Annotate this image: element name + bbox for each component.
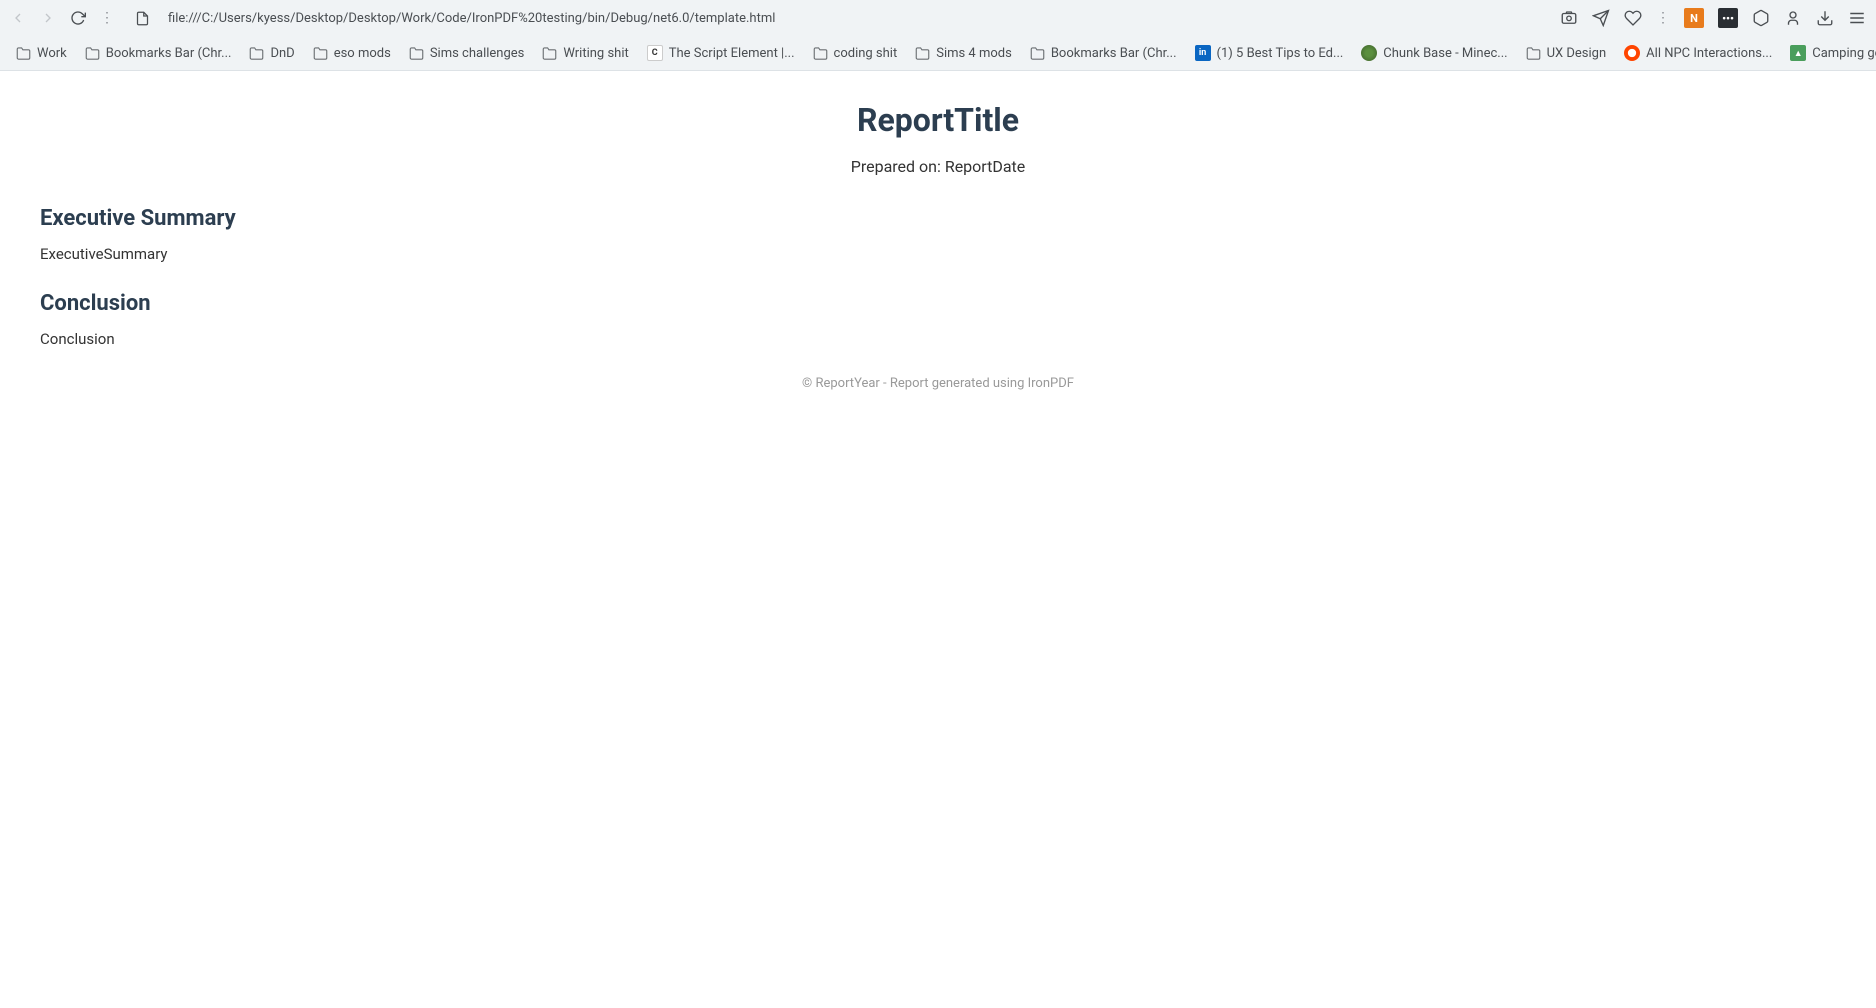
menu-icon[interactable] <box>1848 9 1866 27</box>
bookmark-label: All NPC Interactions... <box>1646 46 1772 61</box>
folder-icon <box>85 46 100 61</box>
bookmark-item[interactable]: C The Script Element |... <box>641 41 801 65</box>
page-info-icon[interactable] <box>134 10 150 26</box>
chunkbase-icon <box>1361 45 1377 61</box>
extension-icon-2[interactable]: ••• <box>1718 8 1738 28</box>
nav-more-icon[interactable]: ⋮ <box>100 10 114 26</box>
page-content: ReportTitle Prepared on: ReportDate Exec… <box>0 71 1876 421</box>
folder-icon <box>313 46 328 61</box>
bookmark-label: Sims challenges <box>430 46 525 61</box>
bookmark-label: (1) 5 Best Tips to Ed... <box>1217 46 1344 61</box>
folder-icon <box>813 46 828 61</box>
forward-button[interactable] <box>40 10 56 26</box>
script-icon: C <box>647 45 663 61</box>
downloads-icon[interactable] <box>1816 9 1834 27</box>
report-title: ReportTitle <box>40 101 1836 139</box>
date-prefix: Prepared on: <box>851 157 945 176</box>
toolbar-right: ⋮ N ••• <box>1560 8 1866 28</box>
bookmark-item[interactable]: Bookmarks Bar (Chr... <box>1024 42 1183 65</box>
send-icon[interactable] <box>1592 9 1610 27</box>
bookmark-label: Bookmarks Bar (Chr... <box>1051 46 1177 61</box>
bookmark-label: The Script Element |... <box>669 46 795 61</box>
screenshot-icon[interactable] <box>1560 9 1578 27</box>
nav-buttons: ⋮ <box>10 10 114 26</box>
bookmark-item[interactable]: in (1) 5 Best Tips to Ed... <box>1189 41 1350 65</box>
bookmark-item[interactable]: Sims challenges <box>403 42 531 65</box>
conclusion-text: Conclusion <box>40 330 1836 348</box>
bookmark-item[interactable]: Writing shit <box>536 42 634 65</box>
bookmark-label: UX Design <box>1547 46 1607 61</box>
bookmark-item[interactable]: ▲ Camping gear list:... <box>1784 41 1876 65</box>
folder-icon <box>915 46 930 61</box>
favorite-more-icon[interactable]: ⋮ <box>1656 10 1670 26</box>
folder-icon <box>1526 46 1541 61</box>
conclusion-heading: Conclusion <box>40 291 1836 316</box>
bookmark-label: Sims 4 mods <box>936 46 1012 61</box>
bookmark-item[interactable]: Sims 4 mods <box>909 42 1018 65</box>
bookmark-label: Camping gear list:... <box>1812 46 1876 61</box>
extension-icon-1[interactable]: N <box>1684 8 1704 28</box>
bookmark-item[interactable]: eso mods <box>307 42 397 65</box>
favorite-icon[interactable] <box>1624 9 1642 27</box>
folder-icon <box>1030 46 1045 61</box>
browser-chrome: ⋮ file:///C:/Users/kyess/Desktop/Desktop… <box>0 0 1876 71</box>
extensions-icon[interactable] <box>1752 9 1770 27</box>
footer-text: © ReportYear - Report generated using Ir… <box>40 376 1836 391</box>
date-value: ReportDate <box>945 157 1025 176</box>
bookmark-label: eso mods <box>334 46 391 61</box>
reddit-icon <box>1624 45 1640 61</box>
bookmark-label: DnD <box>270 46 294 61</box>
bookmark-item[interactable]: Bookmarks Bar (Chr... <box>79 42 238 65</box>
executive-summary-heading: Executive Summary <box>40 206 1836 231</box>
camping-icon: ▲ <box>1790 45 1806 61</box>
bookmark-item[interactable]: All NPC Interactions... <box>1618 41 1778 65</box>
bookmark-label: Chunk Base - Minec... <box>1383 46 1507 61</box>
folder-icon <box>409 46 424 61</box>
bookmark-item[interactable]: Work <box>10 42 73 65</box>
folder-icon <box>249 46 264 61</box>
browser-toolbar: ⋮ file:///C:/Users/kyess/Desktop/Desktop… <box>0 0 1876 36</box>
folder-icon <box>542 46 557 61</box>
folder-icon <box>16 46 31 61</box>
bookmark-label: Writing shit <box>563 46 628 61</box>
url-bar[interactable]: file:///C:/Users/kyess/Desktop/Desktop/W… <box>160 7 1550 30</box>
report-date: Prepared on: ReportDate <box>40 157 1836 176</box>
back-button[interactable] <box>10 10 26 26</box>
bookmark-item[interactable]: coding shit <box>807 42 904 65</box>
reload-button[interactable] <box>70 10 86 26</box>
bookmark-item[interactable]: DnD <box>243 42 300 65</box>
bookmark-label: Bookmarks Bar (Chr... <box>106 46 232 61</box>
linkedin-icon: in <box>1195 45 1211 61</box>
bookmark-item[interactable]: UX Design <box>1520 42 1613 65</box>
bookmark-label: Work <box>37 46 67 61</box>
bookmark-label: coding shit <box>834 46 898 61</box>
bookmarks-bar: Work Bookmarks Bar (Chr... DnD eso mods Sims… <box>0 36 1876 70</box>
executive-summary-text: ExecutiveSummary <box>40 245 1836 263</box>
profile-icon[interactable] <box>1784 9 1802 27</box>
bookmark-item[interactable]: Chunk Base - Minec... <box>1355 41 1513 65</box>
